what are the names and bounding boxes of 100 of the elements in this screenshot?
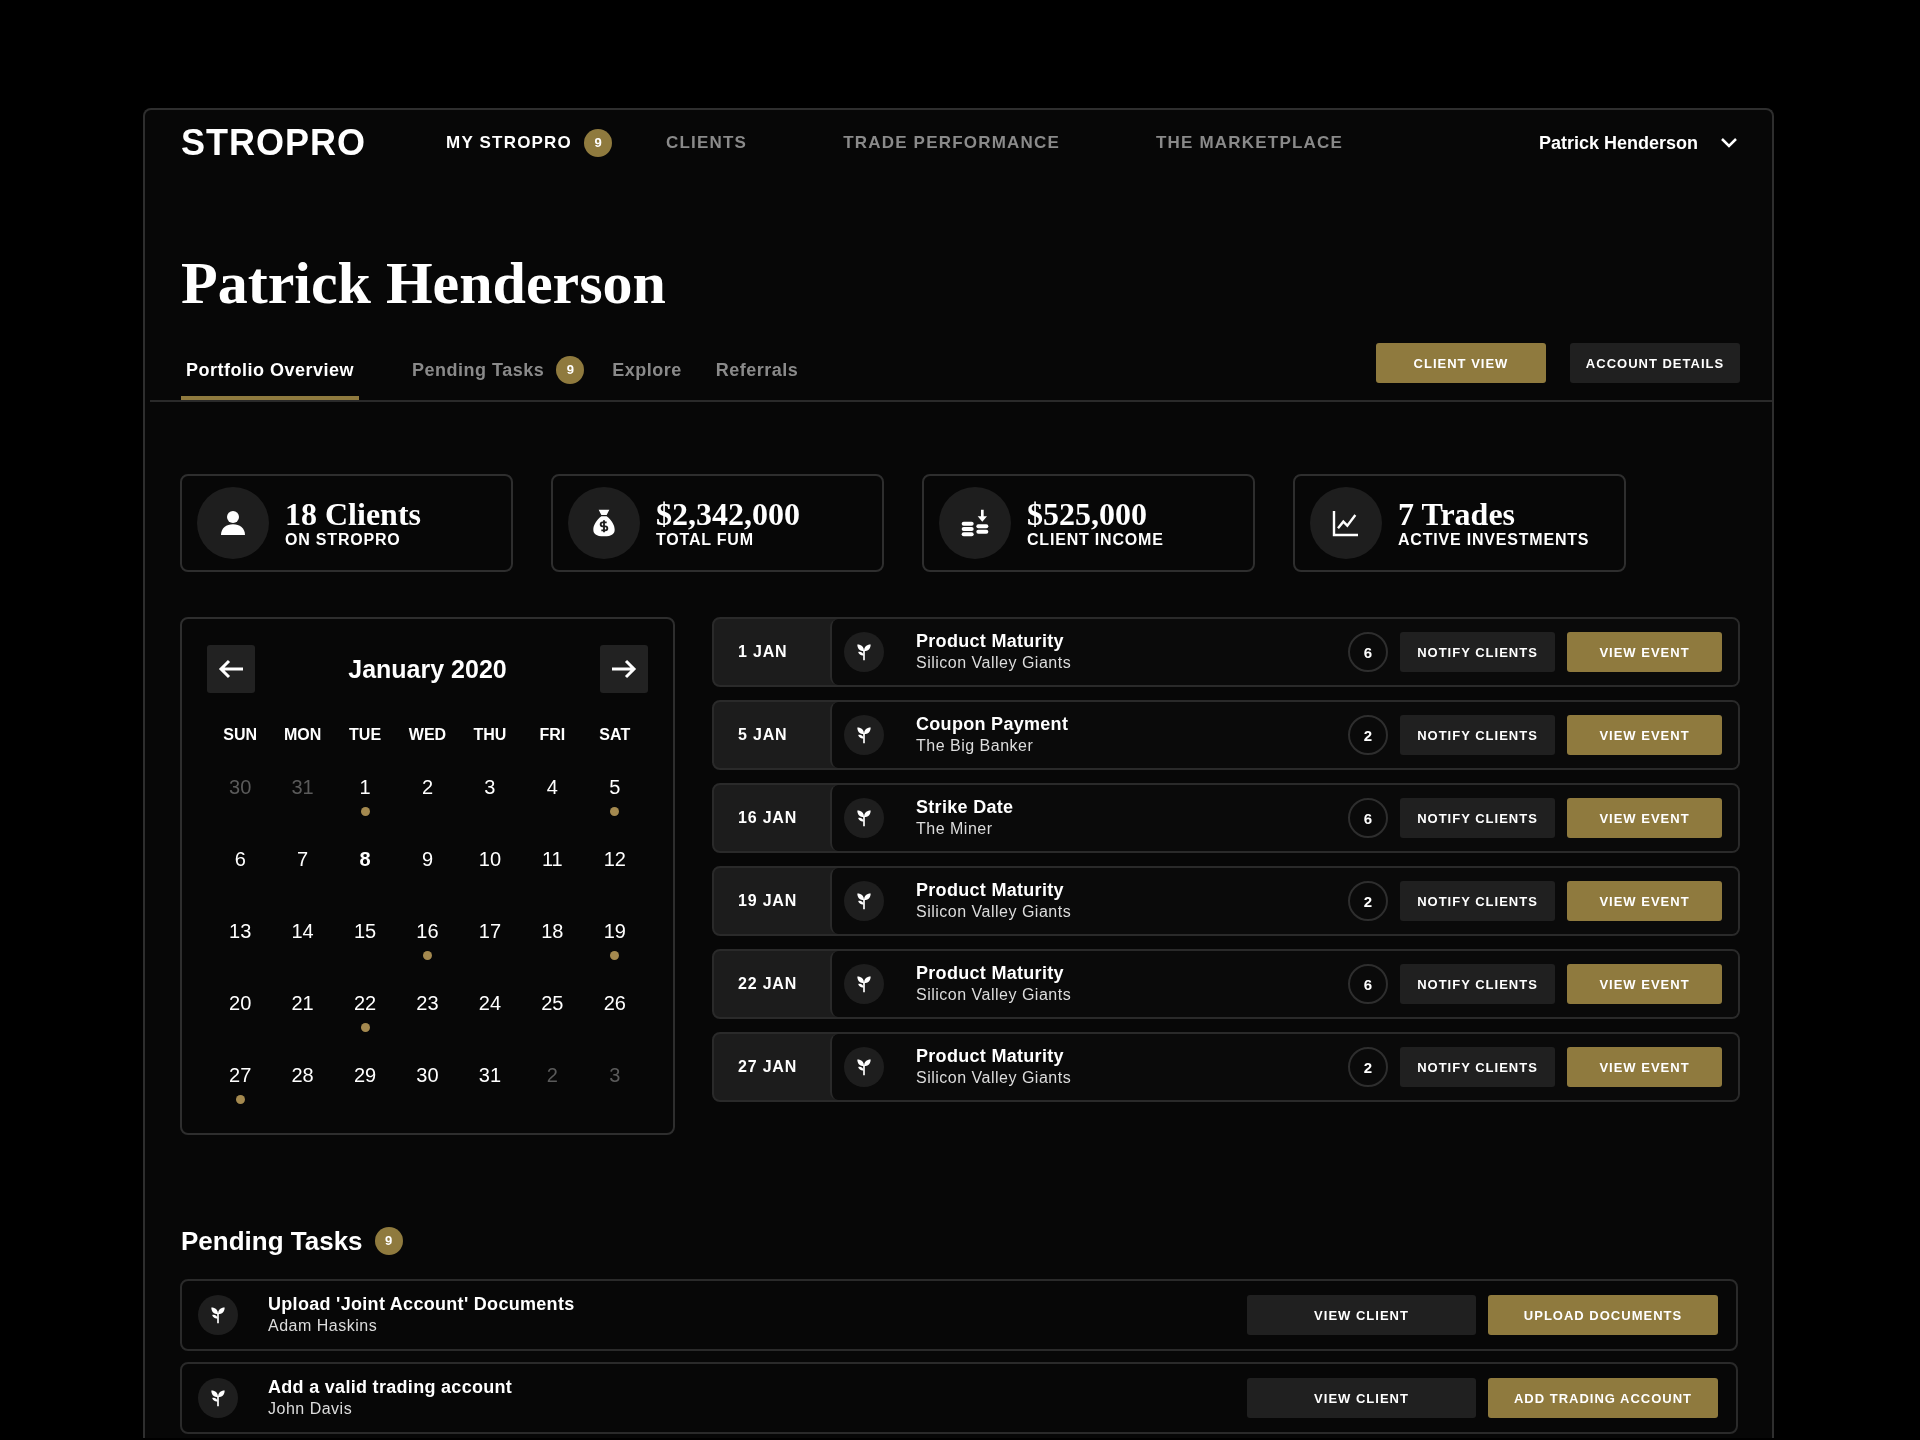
count-badge: 9 xyxy=(584,129,612,157)
calendar-day[interactable]: 2 xyxy=(421,773,434,801)
calendar-day[interactable]: 5 xyxy=(609,773,621,801)
task-client: Adam Haskins xyxy=(268,1316,379,1336)
calendar-day[interactable]: 29 xyxy=(353,1061,377,1089)
weekday-label: MON xyxy=(282,725,323,745)
stat-label: CLIENT INCOME xyxy=(1027,531,1164,549)
calendar-day[interactable]: 17 xyxy=(478,917,502,945)
calendar-day[interactable]: 10 xyxy=(478,845,502,873)
arrow-right-icon xyxy=(610,658,638,680)
calendar-day[interactable]: 22 xyxy=(353,989,377,1017)
calendar-day[interactable]: 26 xyxy=(603,989,626,1017)
calendar-day[interactable]: 31 xyxy=(478,1061,502,1089)
coins-icon xyxy=(959,507,991,539)
calendar-day[interactable]: 8 xyxy=(359,845,371,873)
event-title: Strike Date xyxy=(916,796,1015,818)
calendar-day[interactable]: 6 xyxy=(234,845,246,873)
client-count: 6 xyxy=(1348,798,1388,838)
view-client-button[interactable]: VIEW CLIENT xyxy=(1247,1378,1476,1418)
stat-label: ACTIVE INVESTMENTS xyxy=(1398,531,1590,549)
month-title: January 2020 xyxy=(348,654,507,684)
view-event-button[interactable]: VIEW EVENT xyxy=(1567,715,1722,755)
nav-link[interactable]: TRADE PERFORMANCE xyxy=(843,133,1060,153)
calendar-day[interactable]: 25 xyxy=(541,989,564,1017)
weekday-label: SUN xyxy=(222,725,259,745)
client-count: 2 xyxy=(1348,881,1388,921)
event-subtitle: Silicon Valley Giants xyxy=(916,1068,1073,1088)
tab[interactable]: Explore xyxy=(607,340,687,400)
stat-value: 7 Trades xyxy=(1398,497,1517,531)
calendar-day[interactable]: 9 xyxy=(421,845,434,873)
task-title: Upload 'Joint Account' Documents xyxy=(268,1293,576,1315)
event-date: 27 JAN xyxy=(737,1057,799,1077)
task-title: Add a valid trading account xyxy=(268,1376,514,1398)
notify-clients-button[interactable]: NOTIFY CLIENTS xyxy=(1400,881,1555,921)
calendar-day[interactable]: 18 xyxy=(541,917,564,945)
calendar-day[interactable]: 30 xyxy=(416,1061,439,1089)
calendar-day[interactable]: 28 xyxy=(291,1061,314,1089)
stat-value: $2,342,000 xyxy=(656,497,800,531)
client-count: 2 xyxy=(1348,1047,1388,1087)
view-event-button[interactable]: VIEW EVENT xyxy=(1567,964,1722,1004)
event-date: 16 JAN xyxy=(737,808,799,828)
nav-link[interactable]: THE MARKETPLACE xyxy=(1156,133,1344,153)
notify-clients-button[interactable]: NOTIFY CLIENTS xyxy=(1400,632,1555,672)
calendar-day[interactable]: 3 xyxy=(484,773,496,801)
calendar-day[interactable]: 15 xyxy=(353,917,377,945)
client-view-button[interactable]: CLIENT VIEW xyxy=(1376,343,1546,383)
nav-link[interactable]: MY STROPRO xyxy=(446,133,572,153)
view-event-button[interactable]: VIEW EVENT xyxy=(1567,881,1722,921)
account-details-button[interactable]: ACCOUNT DETAILS xyxy=(1570,343,1740,383)
calendar-day[interactable]: 19 xyxy=(603,917,626,945)
user-menu[interactable]: Patrick Henderson xyxy=(1538,132,1738,154)
calendar-day[interactable]: 12 xyxy=(603,845,626,873)
event-subtitle: The Miner xyxy=(916,819,994,839)
arrow-left-icon xyxy=(217,658,245,680)
calendar-day[interactable]: 20 xyxy=(229,989,252,1017)
view-event-button[interactable]: VIEW EVENT xyxy=(1567,1047,1722,1087)
calendar-day[interactable]: 16 xyxy=(416,917,439,945)
event-date: 22 JAN xyxy=(737,974,799,994)
previous-month-button[interactable] xyxy=(207,645,255,693)
calendar-day[interactable]: 1 xyxy=(359,773,371,801)
section-title: Pending Tasks xyxy=(181,1225,363,1257)
notify-clients-button[interactable]: NOTIFY CLIENTS xyxy=(1400,715,1555,755)
client-count: 6 xyxy=(1348,964,1388,1004)
client-count: 2 xyxy=(1348,715,1388,755)
task-action-button[interactable]: ADD TRADING ACCOUNT xyxy=(1488,1378,1718,1418)
count-badge: 9 xyxy=(374,1227,403,1255)
notify-clients-button[interactable]: NOTIFY CLIENTS xyxy=(1400,964,1555,1004)
calendar-day[interactable]: 11 xyxy=(541,845,563,873)
calendar-day[interactable]: 23 xyxy=(416,989,439,1017)
count-badge: 9 xyxy=(556,356,585,384)
task-client: John Davis xyxy=(268,1399,354,1419)
tab[interactable]: Portfolio Overview xyxy=(181,340,360,400)
view-event-button[interactable]: VIEW EVENT xyxy=(1567,798,1722,838)
weekday-label: FRI xyxy=(538,725,567,745)
task-action-button[interactable]: UPLOAD DOCUMENTS xyxy=(1488,1295,1718,1335)
next-month-button[interactable] xyxy=(600,645,648,693)
event-date: 19 JAN xyxy=(737,891,799,911)
event-date: 5 JAN xyxy=(737,725,789,745)
notify-clients-button[interactable]: NOTIFY CLIENTS xyxy=(1400,1047,1555,1087)
page-title: Patrick Henderson xyxy=(181,249,667,318)
calendar-day[interactable]: 4 xyxy=(546,773,558,801)
event-subtitle: The Big Banker xyxy=(916,736,1035,756)
tab[interactable]: Pending Tasks 9 xyxy=(407,340,590,400)
calendar-day[interactable]: 27 xyxy=(229,1061,252,1089)
view-client-button[interactable]: VIEW CLIENT xyxy=(1247,1295,1476,1335)
stat-value: 18 Clients xyxy=(285,497,421,531)
calendar-day[interactable]: 13 xyxy=(229,917,252,945)
event-subtitle: Silicon Valley Giants xyxy=(916,902,1073,922)
weekday-label: THU xyxy=(472,725,508,745)
nav-link[interactable]: CLIENTS xyxy=(666,133,748,153)
stat-label: TOTAL FUM xyxy=(656,531,755,549)
view-event-button[interactable]: VIEW EVENT xyxy=(1567,632,1722,672)
calendar-day[interactable]: 14 xyxy=(291,917,314,945)
calendar-day[interactable]: 24 xyxy=(478,989,502,1017)
event-title: Coupon Payment xyxy=(916,713,1070,735)
calendar-day[interactable]: 7 xyxy=(297,845,309,873)
event-date: 1 JAN xyxy=(737,642,789,662)
tab[interactable]: Referrals xyxy=(710,340,804,400)
notify-clients-button[interactable]: NOTIFY CLIENTS xyxy=(1400,798,1555,838)
calendar-day[interactable]: 21 xyxy=(291,989,314,1017)
